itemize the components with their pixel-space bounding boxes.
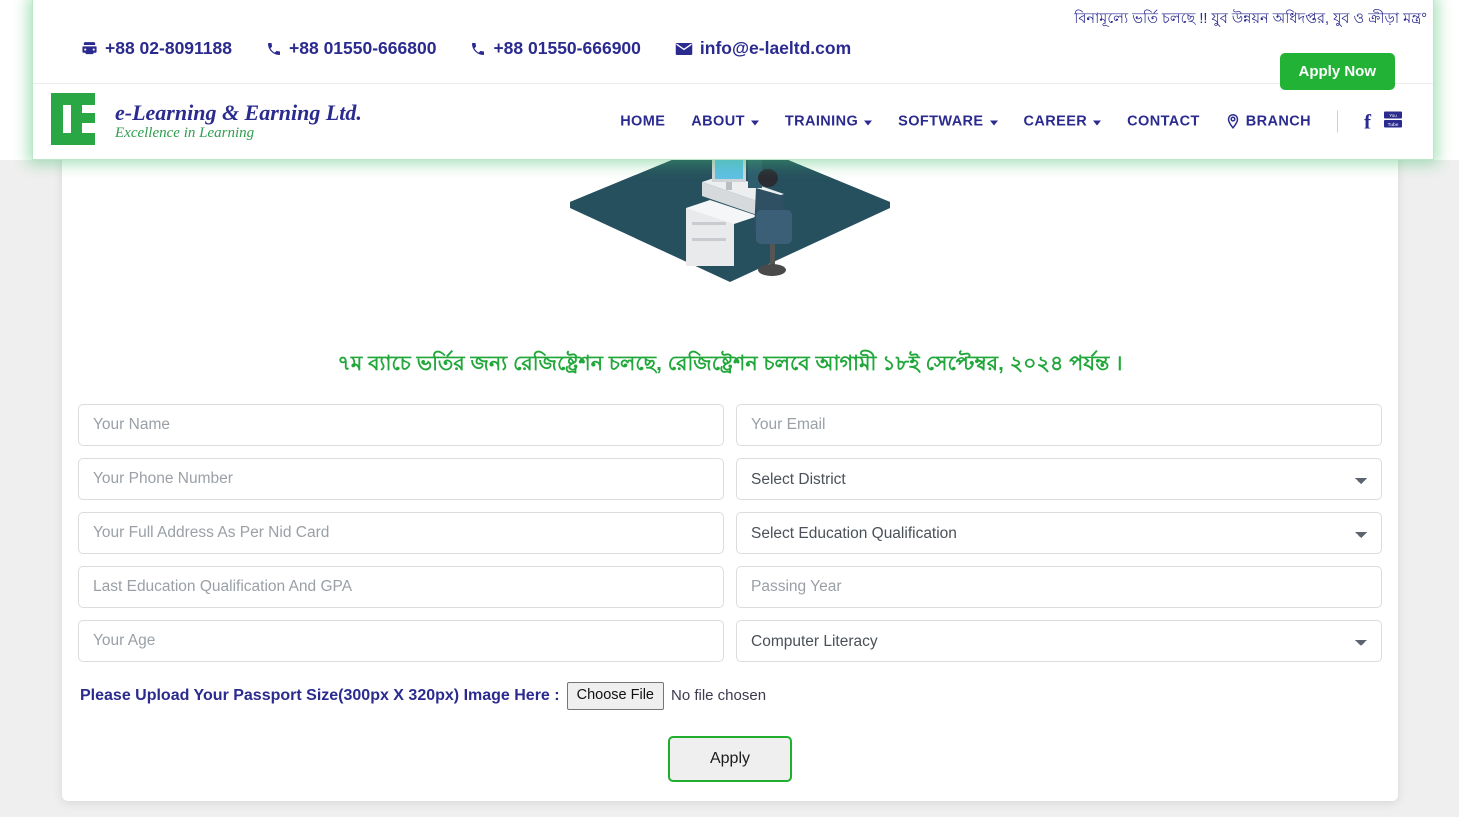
chevron-down-icon <box>750 120 759 125</box>
contact-telephone[interactable]: +88 02-8091188 <box>81 38 232 59</box>
nav-item-home[interactable]: HOME <box>620 114 665 130</box>
map-pin-icon <box>1226 113 1240 130</box>
el-monogram-logo <box>49 91 101 152</box>
apply-now-button[interactable]: Apply Now <box>1279 53 1395 90</box>
passing-year-input[interactable] <box>736 566 1382 608</box>
apply-submit-button[interactable]: Apply <box>667 735 793 782</box>
nav-item-about-label: ABOUT <box>691 113 745 130</box>
phone-icon <box>266 41 282 57</box>
brand-logo-link[interactable]: e-Learning & Earning Ltd. Excellence in … <box>49 91 362 152</box>
contact-email-label: info@e-laeltd.com <box>699 38 852 58</box>
choose-file-button[interactable]: Choose File <box>566 682 664 710</box>
contact-mobile-1[interactable]: +88 01550-666800 <box>266 38 436 59</box>
submit-row: Apply <box>78 735 1382 782</box>
nav-item-about[interactable]: ABOUT <box>691 114 759 130</box>
address-input[interactable] <box>78 512 724 554</box>
brand-title: e-Learning & Earning Ltd. <box>115 100 362 126</box>
passport-photo-upload-row: Please Upload Your Passport Size(300px X… <box>78 682 1382 710</box>
your-age-input[interactable] <box>78 620 724 662</box>
your-email-input[interactable] <box>736 404 1382 446</box>
nav-item-career-label: CAREER <box>1023 113 1088 130</box>
phone-icon <box>470 41 486 57</box>
chevron-down-icon <box>864 120 873 125</box>
district-select[interactable]: Select District <box>736 458 1382 500</box>
main-navigation: e-Learning & Earning Ltd. Excellence in … <box>33 84 1433 159</box>
site-header: বিনামূল্যে ভর্তি চলছে !! যুব উন্নয়ন অধি… <box>32 0 1434 160</box>
social-links: f You Tube <box>1364 110 1403 133</box>
facebook-icon[interactable]: f <box>1364 111 1371 132</box>
telephone-icon <box>81 40 98 57</box>
nav-item-branch-label: BRANCH <box>1245 113 1311 130</box>
nav-item-contact-label: CONTACT <box>1127 113 1200 130</box>
file-status-text: No file chosen <box>670 687 767 705</box>
chevron-down-icon <box>989 120 998 125</box>
admission-form: Select District Select Education Qualifi… <box>78 404 1382 782</box>
computer-literacy-select[interactable]: Computer Literacy <box>736 620 1382 662</box>
nav-item-home-label: HOME <box>620 113 666 130</box>
contact-list: +88 02-8091188 +88 01550-666800 +88 0155… <box>81 38 851 59</box>
nav-item-branch[interactable]: BRANCH <box>1226 114 1311 130</box>
chevron-down-icon <box>1093 120 1102 125</box>
contact-telephone-label: +88 02-8091188 <box>105 38 233 58</box>
nav-item-contact[interactable]: CONTACT <box>1127 114 1200 130</box>
announcement-marquee: বিনামূল্যে ভর্তি চলছে !! যুব উন্নয়ন অধি… <box>1074 11 1427 27</box>
upload-label: Please Upload Your Passport Size(300px X… <box>80 686 560 704</box>
youtube-icon[interactable]: You Tube <box>1383 110 1403 133</box>
registration-headline: ৭ম ব্যাচে ভর্তির জন্য রেজিষ্ট্রেশন চলছে,… <box>337 352 1123 375</box>
nav-item-career[interactable]: CAREER <box>1024 114 1102 130</box>
contact-mobile-2-label: +88 01550-666900 <box>493 38 641 58</box>
contact-mobile-1-label: +88 01550-666800 <box>289 38 437 58</box>
nav-item-software[interactable]: SOFTWARE <box>898 113 998 130</box>
form-fields-grid: Select District Select Education Qualifi… <box>78 404 1382 662</box>
nav-menu: HOME ABOUT TRAINING SOFTWARE CAREER CONT… <box>620 110 1403 133</box>
envelope-icon <box>675 42 693 56</box>
contact-mobile-2[interactable]: +88 01550-666900 <box>470 38 641 59</box>
contact-email[interactable]: info@e-laeltd.com <box>675 38 851 59</box>
brand-text: e-Learning & Earning Ltd. Excellence in … <box>115 101 362 142</box>
nav-item-training-label: TRAINING <box>784 113 859 130</box>
svg-text:You: You <box>1389 113 1397 118</box>
your-name-input[interactable] <box>78 404 724 446</box>
nav-divider <box>1337 110 1338 133</box>
nav-item-software-label: SOFTWARE <box>898 113 984 130</box>
top-contact-bar: বিনামূল্যে ভর্তি চলছে !! যুব উন্নয়ন অধি… <box>33 0 1433 90</box>
last-education-gpa-input[interactable] <box>78 566 724 608</box>
education-qualification-select[interactable]: Select Education Qualification <box>736 512 1382 554</box>
page-root: ৭ম ব্যাচে ভর্তির জন্য রেজিষ্ট্রেশন চলছে,… <box>0 0 1459 817</box>
svg-text:Tube: Tube <box>1388 121 1399 127</box>
your-phone-input[interactable] <box>78 458 724 500</box>
brand-tagline: Excellence in Learning <box>115 125 255 141</box>
nav-item-training[interactable]: TRAINING <box>784 113 873 130</box>
